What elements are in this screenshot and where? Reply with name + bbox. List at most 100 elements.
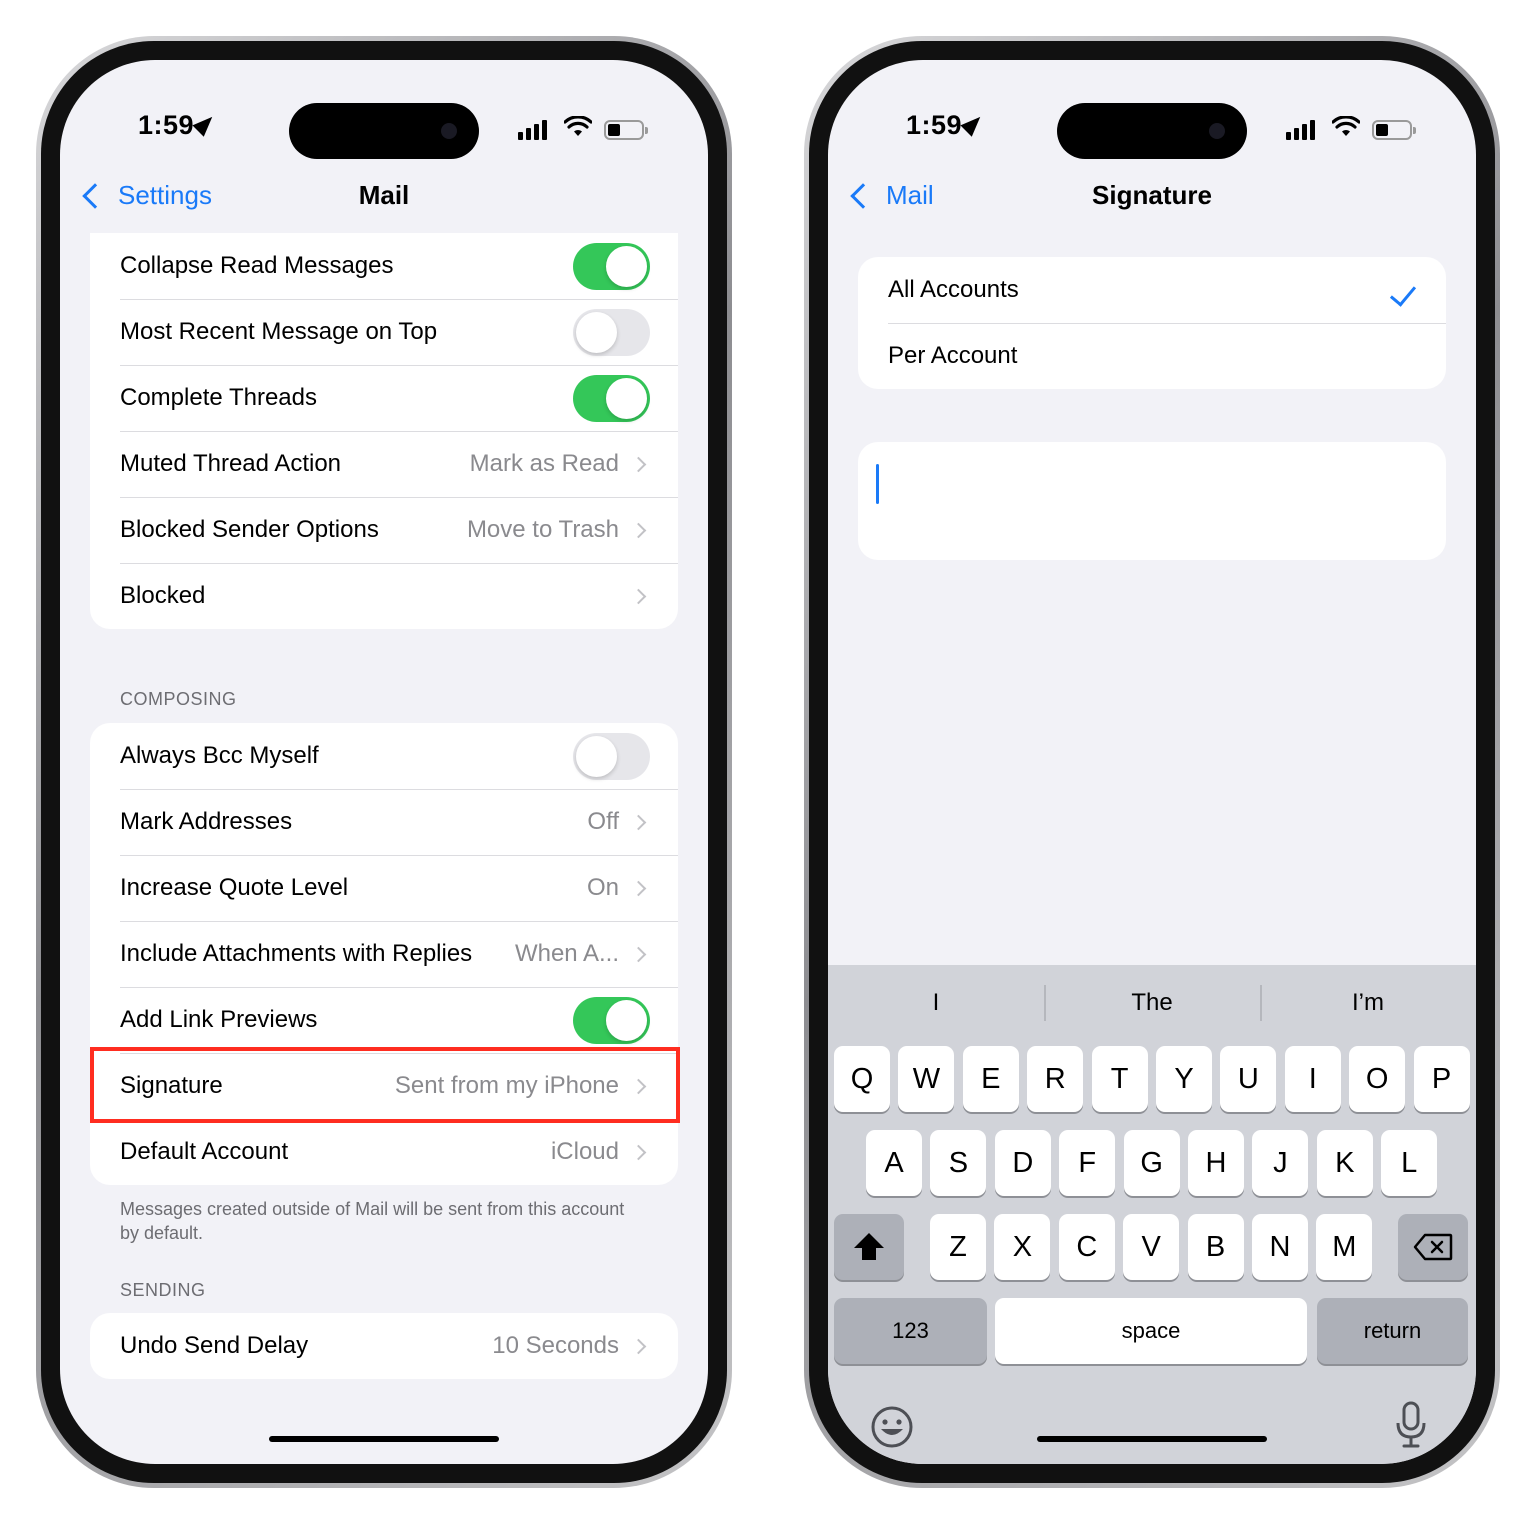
key-e[interactable]: E — [962, 1046, 1019, 1112]
left-phone: 1:59 Settings Mail Collapse Read Message… — [36, 36, 732, 1488]
key-l[interactable]: L — [1381, 1130, 1438, 1196]
row-label: Increase Quote Level — [120, 874, 349, 901]
delete-key[interactable] — [1398, 1214, 1468, 1280]
add-link-previews-toggle[interactable] — [573, 996, 650, 1044]
signature-highlight-box — [90, 1047, 680, 1123]
always-bcc-toggle[interactable] — [573, 732, 650, 780]
chevron-right-icon — [630, 946, 647, 962]
key-w[interactable]: W — [898, 1046, 955, 1112]
shift-key[interactable] — [834, 1214, 904, 1280]
nav-bar: Settings Mail — [60, 170, 708, 230]
key-j[interactable]: J — [1252, 1130, 1309, 1196]
signature-text-field[interactable] — [858, 442, 1446, 560]
muted-thread-action-row[interactable]: Muted Thread Action Mark as Read — [90, 431, 678, 497]
text-cursor — [876, 464, 879, 504]
row-label: Include Attachments with Replies — [120, 940, 473, 967]
row-label: Complete Threads — [120, 384, 317, 411]
key-x[interactable]: X — [994, 1214, 1051, 1280]
front-camera — [1209, 123, 1225, 139]
key-c[interactable]: C — [1058, 1214, 1115, 1280]
status-bar: 1:59 — [828, 60, 1476, 180]
row-label: Per Account — [888, 342, 1018, 369]
microphone-icon[interactable] — [1394, 1401, 1428, 1449]
most-recent-on-top-toggle[interactable] — [573, 308, 650, 356]
row-label: Mark Addresses — [120, 808, 293, 835]
key-y[interactable]: Y — [1156, 1046, 1212, 1112]
dynamic-island — [1057, 103, 1247, 159]
key-z[interactable]: Z — [930, 1214, 986, 1280]
default-account-row[interactable]: Default Account iCloud — [90, 1119, 678, 1185]
space-key[interactable]: space — [995, 1298, 1307, 1364]
left-phone-bezel: 1:59 Settings Mail Collapse Read Message… — [41, 41, 727, 1483]
keyboard: I The I’m QWERTYUIOPASDFGHJKLZXCVBNM 123… — [828, 965, 1476, 1464]
key-s[interactable]: S — [930, 1130, 987, 1196]
default-account-footnote: Messages created outside of Mail will be… — [120, 1199, 625, 1243]
blocked-row[interactable]: Blocked — [90, 563, 678, 629]
row-label: Undo Send Delay — [120, 1332, 309, 1359]
chevron-right-icon — [630, 880, 647, 896]
complete-threads-row: Complete Threads — [90, 365, 678, 431]
mail-settings-screen: 1:59 Settings Mail Collapse Read Message… — [60, 60, 708, 1464]
per-account-option[interactable]: Per Account — [858, 323, 1446, 389]
status-time: 1:59 — [138, 110, 218, 141]
row-value: 10 Seconds — [492, 1332, 619, 1359]
row-value: Mark as Read — [469, 450, 619, 477]
cellular-signal-icon — [1286, 120, 1315, 140]
key-t[interactable]: T — [1091, 1046, 1148, 1112]
all-accounts-option[interactable]: All Accounts — [858, 257, 1446, 323]
page-title: Mail — [358, 180, 410, 210]
key-v[interactable]: V — [1123, 1214, 1180, 1280]
right-phone-bezel: 1:59 Mail Signature All Accounts Per Acc… — [809, 41, 1495, 1483]
return-key[interactable]: return — [1317, 1298, 1468, 1364]
row-label: Most Recent Message on Top — [120, 318, 438, 345]
increase-quote-level-row[interactable]: Increase Quote Level On — [90, 855, 678, 921]
key-d[interactable]: D — [994, 1130, 1051, 1196]
key-o[interactable]: O — [1349, 1046, 1406, 1112]
threading-group: Collapse Read Messages Most Recent Messa… — [90, 233, 678, 629]
status-bar: 1:59 — [60, 60, 708, 180]
key-p[interactable]: P — [1413, 1046, 1470, 1112]
key-r[interactable]: R — [1027, 1046, 1084, 1112]
chevron-right-icon — [630, 588, 647, 604]
wifi-icon — [564, 116, 592, 136]
delete-icon — [1413, 1233, 1453, 1261]
chevron-right-icon — [630, 814, 647, 830]
home-indicator[interactable] — [269, 1436, 499, 1442]
signature-scope-group: All Accounts Per Account — [858, 257, 1446, 389]
location-arrow-icon — [192, 111, 218, 137]
key-q[interactable]: Q — [834, 1046, 890, 1112]
key-f[interactable]: F — [1059, 1130, 1116, 1196]
suggestion-1[interactable]: I — [828, 981, 1044, 1025]
key-u[interactable]: U — [1220, 1046, 1277, 1112]
collapse-read-messages-toggle[interactable] — [573, 242, 650, 290]
emoji-icon[interactable] — [870, 1405, 914, 1449]
right-phone: 1:59 Mail Signature All Accounts Per Acc… — [804, 36, 1500, 1488]
row-label: Blocked — [120, 582, 206, 609]
row-label: Muted Thread Action — [120, 450, 342, 477]
complete-threads-toggle[interactable] — [573, 374, 650, 422]
key-a[interactable]: A — [866, 1130, 922, 1196]
chevron-right-icon — [630, 1338, 647, 1354]
key-i[interactable]: I — [1284, 1046, 1341, 1112]
key-k[interactable]: K — [1316, 1130, 1373, 1196]
key-h[interactable]: H — [1188, 1130, 1244, 1196]
chevron-right-icon — [630, 1144, 647, 1160]
blocked-sender-options-row[interactable]: Blocked Sender Options Move to Trash — [90, 497, 678, 563]
key-g[interactable]: G — [1123, 1130, 1180, 1196]
undo-send-delay-row[interactable]: Undo Send Delay 10 Seconds — [90, 1313, 678, 1379]
chevron-right-icon — [630, 456, 647, 472]
numbers-key[interactable]: 123 — [834, 1298, 987, 1364]
include-attachments-row[interactable]: Include Attachments with Replies When A.… — [90, 921, 678, 987]
most-recent-on-top-row: Most Recent Message on Top — [90, 299, 678, 365]
key-m[interactable]: M — [1316, 1214, 1373, 1280]
battery-icon — [1372, 120, 1416, 140]
mark-addresses-row[interactable]: Mark Addresses Off — [90, 789, 678, 855]
composing-header: COMPOSING — [120, 689, 237, 709]
row-label: Collapse Read Messages — [120, 252, 394, 279]
suggestion-3[interactable]: I’m — [1260, 981, 1476, 1025]
key-b[interactable]: B — [1187, 1214, 1244, 1280]
row-label: All Accounts — [888, 276, 1019, 303]
suggestion-2[interactable]: The — [1044, 981, 1260, 1025]
key-n[interactable]: N — [1252, 1214, 1308, 1280]
home-indicator[interactable] — [1037, 1436, 1267, 1442]
